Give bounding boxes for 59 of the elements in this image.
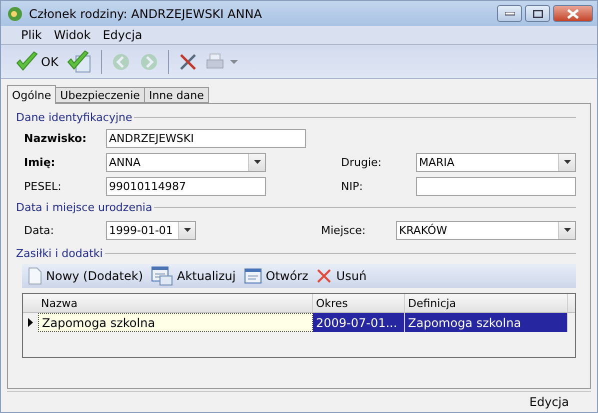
toolbar-button[interactable]: Nowy (Dodatek) xyxy=(28,267,144,285)
close-button[interactable] xyxy=(553,5,593,22)
field-label: Drugie: xyxy=(341,156,382,168)
app-icon xyxy=(7,6,23,22)
caret-icon xyxy=(254,160,260,164)
caret-icon xyxy=(564,160,570,164)
combo-box[interactable]: MARIA xyxy=(416,152,576,172)
combo-box[interactable]: KRAKÓW xyxy=(396,220,576,240)
toolbar-button[interactable]: Otwórz xyxy=(244,268,308,284)
dropdown-button[interactable] xyxy=(248,154,265,170)
minimize-button[interactable] xyxy=(497,5,522,22)
field-label: Data: xyxy=(24,224,55,236)
input-field[interactable]: 99010114987 xyxy=(106,176,266,196)
combo-box[interactable]: ANNA xyxy=(106,152,266,172)
status-text: Edycja xyxy=(529,395,569,409)
row-pointer-icon xyxy=(28,318,33,327)
caret-icon xyxy=(184,228,190,232)
form-icon xyxy=(151,266,174,286)
field-label: Nazwisko: xyxy=(24,132,88,144)
page-icon xyxy=(28,267,42,285)
header-filler xyxy=(568,294,575,313)
column-header[interactable]: Definicja xyxy=(405,294,568,313)
column-header[interactable]: Nazwa xyxy=(38,294,313,313)
ok-button[interactable]: OK xyxy=(13,48,60,74)
minimize-icon xyxy=(504,12,514,16)
close-icon xyxy=(316,268,332,284)
input-field[interactable] xyxy=(416,176,576,196)
window-title: Członek rodziny: ANDRZEJEWSKI ANNA xyxy=(29,6,263,20)
combo-box[interactable]: 1999-01-01 xyxy=(106,220,196,240)
table-cell[interactable]: Zapomoga szkolna xyxy=(405,313,568,332)
menu-item[interactable]: Plik xyxy=(15,28,48,42)
toolbar-button[interactable]: Aktualizuj xyxy=(151,266,236,286)
dropdown-button[interactable] xyxy=(558,154,575,170)
maximize-button[interactable] xyxy=(525,5,550,22)
header-corner xyxy=(23,294,38,313)
menu-item[interactable]: Widok xyxy=(48,28,97,42)
form-icon xyxy=(244,268,262,284)
tab[interactable]: Inne dane xyxy=(144,87,209,103)
field-label: PESEL: xyxy=(24,180,62,192)
table-cell[interactable]: 2009-07-01... xyxy=(313,313,405,332)
check-icon xyxy=(15,50,39,72)
dropdown-button[interactable] xyxy=(558,222,575,238)
column-header[interactable]: Okres xyxy=(313,294,405,313)
toolbar-button[interactable]: Usuń xyxy=(316,268,367,284)
tab[interactable]: Ogólne xyxy=(7,85,56,104)
caret-icon xyxy=(564,228,570,232)
field-label: Imię: xyxy=(24,156,56,168)
field-label: NIP: xyxy=(341,180,364,192)
table-cell[interactable]: Zapomoga szkolna xyxy=(38,313,313,332)
field-label: Miejsce: xyxy=(321,224,367,236)
close-icon xyxy=(567,8,579,18)
section-title: Zasiłki i dodatki xyxy=(16,246,103,260)
tab[interactable]: Ubezpieczenie xyxy=(55,87,145,103)
maximize-icon xyxy=(532,10,542,18)
dropdown-button[interactable] xyxy=(178,222,195,238)
section-title: Data i miejsce urodzenia xyxy=(16,200,152,214)
input-field[interactable]: ANDRZEJEWSKI xyxy=(106,128,306,148)
menu-item[interactable]: Edycja xyxy=(96,28,148,42)
section-title: Dane identyfikacyjne xyxy=(16,110,132,124)
